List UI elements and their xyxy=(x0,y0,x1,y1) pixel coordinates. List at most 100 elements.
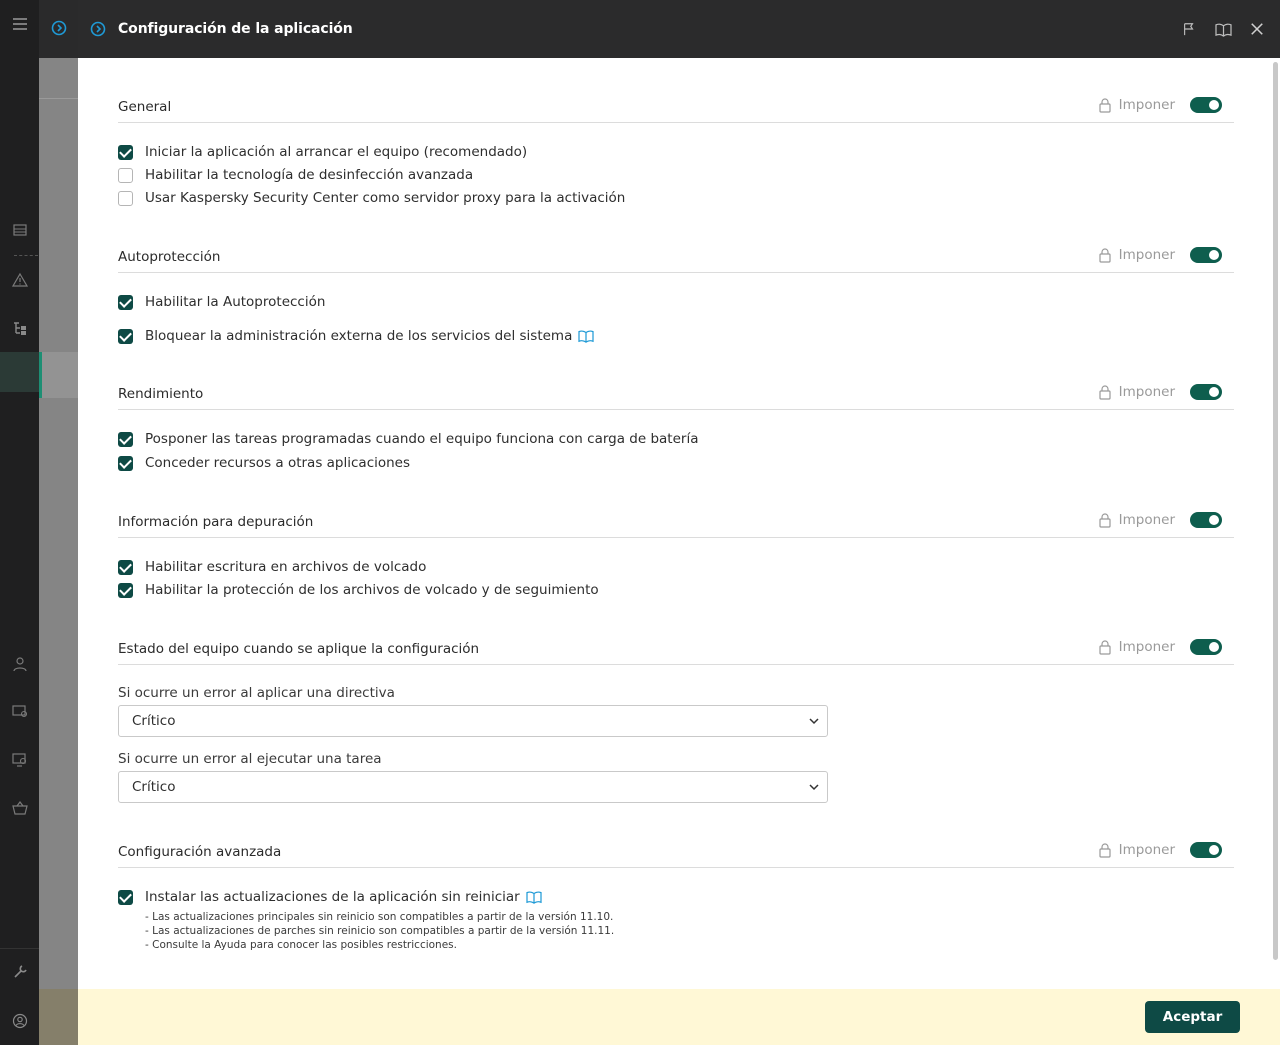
active-nav-item[interactable] xyxy=(0,352,39,392)
monitoring-icon[interactable] xyxy=(0,215,39,245)
book-icon[interactable] xyxy=(1214,19,1232,39)
option-protect-dump-trace-files[interactable]: Habilitar la protección de los archivos … xyxy=(118,580,599,600)
enforce-label: Imponer xyxy=(1118,247,1175,263)
checkbox-checked[interactable] xyxy=(118,328,133,344)
dialog-footer: Aceptar xyxy=(78,989,1280,1045)
section-header: General Imponer xyxy=(118,97,1234,123)
section-advanced: Configuración avanzada Imponer Instalar … xyxy=(118,842,1234,962)
nav-rail xyxy=(0,0,39,1045)
option-enable-dump-files[interactable]: Habilitar escritura en archivos de volca… xyxy=(118,557,426,577)
option-enable-self-protection[interactable]: Habilitar la Autoprotección xyxy=(118,292,325,312)
hamburger-menu-icon[interactable] xyxy=(0,9,39,39)
lock-icon xyxy=(1099,843,1111,858)
expand-circle-icon xyxy=(51,20,67,36)
option-label: Instalar las actualizaciones de la aplic… xyxy=(145,889,520,905)
settings-panel[interactable]: General Imponer Iniciar la aplicación al… xyxy=(78,58,1280,989)
monitor-search-icon[interactable] xyxy=(0,745,39,775)
checkbox-checked[interactable] xyxy=(118,889,133,905)
checkbox-unchecked[interactable] xyxy=(118,167,133,183)
option-label: Usar Kaspersky Security Center como serv… xyxy=(145,190,626,206)
help-book-icon[interactable] xyxy=(526,890,542,904)
option-yield-resources[interactable]: Conceder recursos a otras aplicaciones xyxy=(118,453,410,473)
hierarchy-icon[interactable] xyxy=(0,313,39,343)
dialog-title: Configuración de la aplicación xyxy=(118,21,353,37)
account-icon[interactable] xyxy=(0,1006,39,1036)
section-header: Información para depuración Imponer xyxy=(118,512,1234,538)
enforce-control: Imponer xyxy=(1097,247,1222,263)
checkbox-checked[interactable] xyxy=(118,294,133,310)
option-install-without-restart[interactable]: Instalar las actualizaciones de la aplic… xyxy=(118,887,542,907)
section-general: General Imponer Iniciar la aplicación al… xyxy=(118,97,1234,217)
option-label: Habilitar la protección de los archivos … xyxy=(145,582,599,598)
option-advanced-disinfection[interactable]: Habilitar la tecnología de desinfección … xyxy=(118,165,473,185)
enforce-label: Imponer xyxy=(1118,97,1175,113)
lock-icon xyxy=(1099,98,1111,113)
option-ksc-proxy[interactable]: Usar Kaspersky Security Center como serv… xyxy=(118,188,625,208)
accept-button[interactable]: Aceptar xyxy=(1145,1001,1240,1033)
help-book-icon[interactable] xyxy=(578,329,594,343)
enforce-toggle[interactable] xyxy=(1190,639,1222,655)
enforce-toggle[interactable] xyxy=(1190,384,1222,400)
rail-bottom-divider xyxy=(0,948,39,949)
rail-divider xyxy=(14,255,38,256)
checkbox-checked[interactable] xyxy=(118,559,133,575)
enforce-toggle[interactable] xyxy=(1190,97,1222,113)
flag-icon[interactable] xyxy=(1180,19,1198,39)
enforce-control: Imponer xyxy=(1097,384,1222,400)
enforce-control: Imponer xyxy=(1097,639,1222,655)
enforce-control: Imponer xyxy=(1097,842,1222,858)
chevron-down-icon xyxy=(809,718,819,725)
option-label: Iniciar la aplicación al arrancar el equ… xyxy=(145,144,528,160)
warning-icon[interactable] xyxy=(0,265,39,295)
task-error-select[interactable]: Crítico xyxy=(118,771,828,803)
basket-icon[interactable] xyxy=(0,793,39,823)
enforce-label: Imponer xyxy=(1118,842,1175,858)
enforce-label: Imponer xyxy=(1118,384,1175,400)
section-performance: Rendimiento Imponer Posponer las tareas … xyxy=(118,384,1234,484)
enforce-toggle[interactable] xyxy=(1190,842,1222,858)
background-active-row xyxy=(42,352,78,398)
section-title: General xyxy=(118,99,172,115)
section-debug-info: Información para depuración Imponer Habi… xyxy=(118,512,1234,612)
title-actions xyxy=(1180,19,1266,39)
background-divider xyxy=(39,98,78,99)
enforce-toggle[interactable] xyxy=(1190,247,1222,263)
expand-circle-icon[interactable] xyxy=(90,21,106,37)
option-label: Bloquear la administración externa de lo… xyxy=(145,328,573,344)
option-label: Habilitar la tecnología de desinfección … xyxy=(145,167,474,183)
task-error-label: Si ocurre un error al ejecutar una tarea xyxy=(118,751,382,767)
enforce-label: Imponer xyxy=(1118,512,1175,528)
background-footer xyxy=(39,989,78,1045)
background-page xyxy=(39,0,78,1045)
user-icon[interactable] xyxy=(0,649,39,679)
checkbox-checked[interactable] xyxy=(118,455,133,471)
section-title: Configuración avanzada xyxy=(118,844,282,860)
lock-icon xyxy=(1099,385,1111,400)
checkbox-checked[interactable] xyxy=(118,431,133,447)
checkbox-checked[interactable] xyxy=(118,144,133,160)
enforce-label: Imponer xyxy=(1118,639,1175,655)
policy-error-select[interactable]: Crítico xyxy=(118,705,828,737)
option-start-on-boot[interactable]: Iniciar la aplicación al arrancar el equ… xyxy=(118,142,527,162)
checkbox-unchecked[interactable] xyxy=(118,190,133,206)
device-settings-icon[interactable] xyxy=(0,696,39,726)
option-label: Habilitar escritura en archivos de volca… xyxy=(145,559,427,575)
option-label: Posponer las tareas programadas cuando e… xyxy=(145,431,699,447)
wrench-icon[interactable] xyxy=(0,957,39,987)
enforce-toggle[interactable] xyxy=(1190,512,1222,528)
option-postpone-on-battery[interactable]: Posponer las tareas programadas cuando e… xyxy=(118,429,698,449)
section-computer-state: Estado del equipo cuando se aplique la c… xyxy=(118,639,1234,809)
section-header: Estado del equipo cuando se aplique la c… xyxy=(118,639,1234,665)
enforce-control: Imponer xyxy=(1097,97,1222,113)
note-line: - Las actualizaciones principales sin re… xyxy=(145,911,614,923)
checkbox-checked[interactable] xyxy=(118,582,133,598)
lock-icon xyxy=(1099,640,1111,655)
section-header: Rendimiento Imponer xyxy=(118,384,1234,410)
dialog-title-bar: Configuración de la aplicación xyxy=(78,0,1280,58)
scrollbar[interactable] xyxy=(1273,62,1278,960)
lock-icon xyxy=(1099,248,1111,263)
close-icon[interactable] xyxy=(1248,19,1266,39)
select-value: Crítico xyxy=(132,713,176,729)
note-line: - Las actualizaciones de parches sin rei… xyxy=(145,925,615,937)
option-block-external-admin[interactable]: Bloquear la administración externa de lo… xyxy=(118,326,594,346)
